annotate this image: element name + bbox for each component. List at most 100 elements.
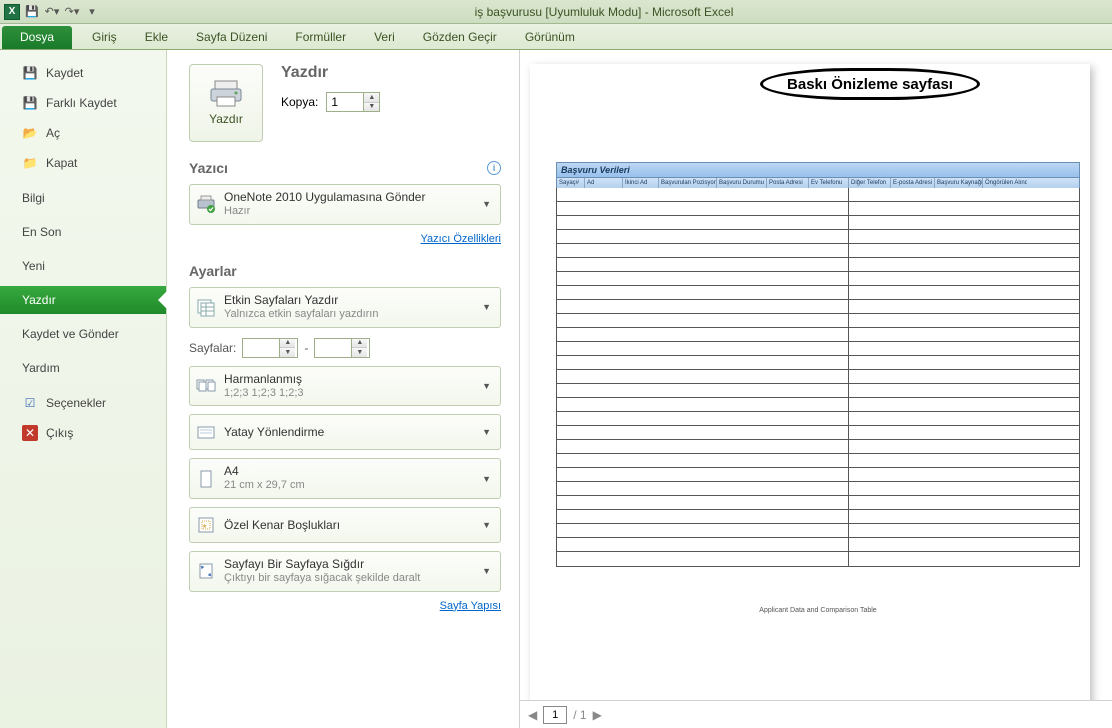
print-panel: Yazdır Yazdır Kopya: ▲▼ Yazıcı i OneNote… [167, 50, 520, 728]
margins-title: Özel Kenar Boşlukları [224, 518, 471, 533]
sidebar-item-help[interactable]: Yardım [0, 354, 166, 382]
window-title: iş başvurusu [Uyumluluk Modu] - Microsof… [100, 5, 1108, 19]
preview-nav: ◀ / 1 ▶ [520, 700, 1112, 728]
save-icon[interactable]: 💾 [24, 4, 40, 20]
pages-to-spinner[interactable]: ▲▼ [314, 338, 370, 358]
col-header: E-posta Adresi [891, 178, 935, 188]
preview-table: Başvuru Verileri Sayaç#Adİkinci AdBaşvur… [556, 162, 1080, 567]
printer-icon [209, 80, 243, 108]
undo-icon[interactable]: ↶▾ [44, 4, 60, 20]
sidebar-item-save[interactable]: 💾Kaydet [0, 58, 166, 88]
sidebar-item-save-send[interactable]: Kaydet ve Gönder [0, 320, 166, 348]
printer-combo[interactable]: OneNote 2010 Uygulamasına GönderHazır ▼ [189, 184, 501, 225]
pages-from-input[interactable] [243, 339, 279, 357]
spinner-down-icon[interactable]: ▼ [364, 103, 379, 112]
next-page-icon[interactable]: ▶ [593, 708, 602, 722]
chevron-down-icon: ▼ [479, 302, 494, 312]
collate-sub: 1;2;3 1;2;3 1;2;3 [224, 387, 471, 401]
table-row [557, 426, 1079, 440]
table-row [557, 496, 1079, 510]
sheets-icon [196, 297, 216, 317]
exit-icon: ✕ [22, 425, 38, 441]
spinner-down-icon[interactable]: ▼ [352, 348, 367, 357]
qat-customize-icon[interactable]: ▾ [84, 4, 100, 20]
tab-formulas[interactable]: Formüller [281, 26, 360, 49]
table-row [557, 398, 1079, 412]
tab-page-layout[interactable]: Sayfa Düzeni [182, 26, 281, 49]
tab-file[interactable]: Dosya [2, 26, 72, 49]
info-icon[interactable]: i [487, 161, 501, 175]
sidebar-item-label: Bilgi [22, 191, 45, 205]
spinner-up-icon[interactable]: ▲ [364, 93, 379, 103]
page-setup-link[interactable]: Sayfa Yapısı [440, 600, 501, 612]
print-what-combo[interactable]: Etkin Sayfaları YazdırYalnızca etkin say… [189, 287, 501, 328]
sidebar-item-options[interactable]: ☑Seçenekler [0, 388, 166, 418]
sidebar-item-label: Kaydet [46, 66, 83, 80]
table-row [557, 412, 1079, 426]
scaling-sub: Çıktıyı bir sayfaya sığacak şekilde dara… [224, 572, 471, 586]
tab-view[interactable]: Görünüm [511, 26, 589, 49]
table-header: Sayaç#Adİkinci AdBaşvurulan PozisyonBaşv… [556, 178, 1080, 188]
tab-insert[interactable]: Ekle [131, 26, 182, 49]
col-header: Ev Telefonu [809, 178, 849, 188]
spinner-up-icon[interactable]: ▲ [280, 339, 295, 349]
tab-data[interactable]: Veri [360, 26, 409, 49]
sidebar-item-saveas[interactable]: 💾Farklı Kaydet [0, 88, 166, 118]
tab-review[interactable]: Gözden Geçir [409, 26, 511, 49]
printer-heading: Yazıcı [189, 160, 228, 176]
sidebar-item-new[interactable]: Yeni [0, 252, 166, 280]
prev-page-icon[interactable]: ◀ [528, 708, 537, 722]
orientation-combo[interactable]: Yatay Yönlendirme ▼ [189, 414, 501, 450]
sidebar-item-label: Yardım [22, 361, 60, 375]
sidebar-item-info[interactable]: Bilgi [0, 184, 166, 212]
table-row [557, 188, 1079, 202]
sidebar-item-recent[interactable]: En Son [0, 218, 166, 246]
folder-close-icon: 📁 [22, 155, 38, 171]
table-row [557, 258, 1079, 272]
table-row [557, 482, 1079, 496]
printer-properties-link[interactable]: Yazıcı Özellikleri [421, 233, 501, 245]
table-row [557, 440, 1079, 454]
scaling-combo[interactable]: Sayfayı Bir Sayfaya SığdırÇıktıyı bir sa… [189, 551, 501, 592]
copies-input[interactable] [327, 93, 363, 111]
sidebar-item-exit[interactable]: ✕Çıkış [0, 418, 166, 448]
sidebar-item-open[interactable]: 📂Aç [0, 118, 166, 148]
sidebar-item-label: Kaydet ve Gönder [22, 327, 119, 341]
copies-spinner[interactable]: ▲▼ [326, 92, 380, 112]
collate-combo[interactable]: Harmanlanmış1;2;3 1;2;3 1;2;3 ▼ [189, 366, 501, 407]
excel-logo-icon[interactable]: X [4, 4, 20, 20]
print-button[interactable]: Yazdır [189, 64, 263, 142]
preview-page: Baskı Önizleme sayfası Başvuru Verileri … [530, 64, 1090, 700]
spinner-down-icon[interactable]: ▼ [280, 348, 295, 357]
table-row [557, 286, 1079, 300]
table-row [557, 468, 1079, 482]
pages-from-spinner[interactable]: ▲▼ [242, 338, 298, 358]
scaling-title: Sayfayı Bir Sayfaya Sığdır [224, 557, 471, 572]
sidebar-item-label: Seçenekler [46, 396, 106, 410]
redo-icon[interactable]: ↷▾ [64, 4, 80, 20]
print-button-label: Yazdır [209, 112, 243, 126]
table-row [557, 454, 1079, 468]
pages-to-input[interactable] [315, 339, 351, 357]
printer-ready-icon [196, 194, 216, 214]
table-row [557, 272, 1079, 286]
table-title: Başvuru Verileri [556, 162, 1080, 178]
chevron-down-icon: ▼ [479, 566, 494, 576]
col-header: Ad [585, 178, 623, 188]
sidebar-item-label: Aç [46, 126, 60, 140]
paper-combo[interactable]: A421 cm x 29,7 cm ▼ [189, 458, 501, 499]
sidebar-item-close[interactable]: 📁Kapat [0, 148, 166, 178]
table-row [557, 300, 1079, 314]
table-row [557, 538, 1079, 552]
spinner-up-icon[interactable]: ▲ [352, 339, 367, 349]
col-header: Başvurulan Pozisyon [659, 178, 717, 188]
sidebar-item-print[interactable]: Yazdır [0, 286, 166, 314]
table-row [557, 230, 1079, 244]
preview-area: Baskı Önizleme sayfası Başvuru Verileri … [520, 50, 1112, 700]
tab-home[interactable]: Giriş [78, 26, 131, 49]
current-page-input[interactable] [543, 706, 567, 724]
settings-heading: Ayarlar [189, 263, 237, 279]
margins-combo[interactable]: ★ Özel Kenar Boşlukları ▼ [189, 507, 501, 543]
saveas-icon: 💾 [22, 95, 38, 111]
table-row [557, 216, 1079, 230]
